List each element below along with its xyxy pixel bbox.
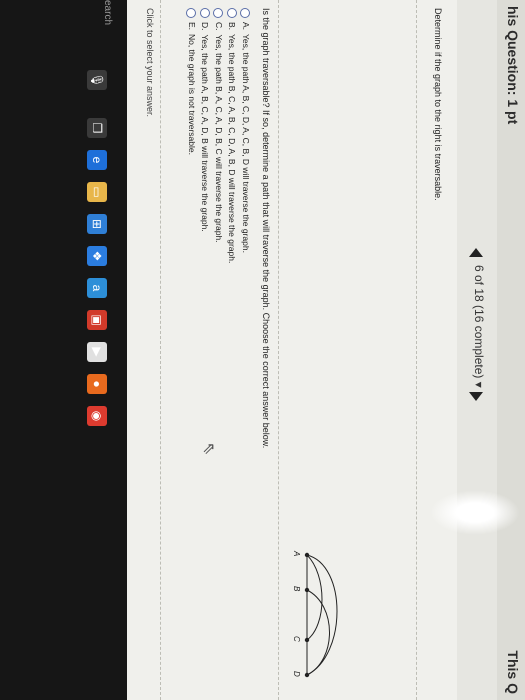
answer-option-d[interactable]: D. Yes, the path A, B, C, A, D, B will tr… xyxy=(197,8,211,263)
question-navigation: 6 of 18 (16 complete) ▾ xyxy=(456,0,497,700)
taskbar-search[interactable]: earch xyxy=(102,0,113,25)
divider xyxy=(278,0,279,700)
option-letter: E. xyxy=(187,22,197,31)
file-explorer-icon[interactable]: ▭ xyxy=(87,182,107,202)
option-text: Yes, the path B, A, C, A, D, B, C will t… xyxy=(214,34,224,243)
option-text: Yes, the path A, B, C, D, A, C, B, D wil… xyxy=(241,34,251,253)
answer-hint: Click to select your answer. xyxy=(145,8,155,118)
question-pager[interactable]: 6 of 18 (16 complete) ▾ xyxy=(472,265,486,388)
answer-option-a[interactable]: A. Yes, the path A, B, C, D, A, C, B, D w… xyxy=(238,8,251,263)
screen-glare xyxy=(430,490,520,535)
radio-button[interactable] xyxy=(240,8,251,18)
question-text: Is the graph traversable? If so, determi… xyxy=(261,8,271,449)
option-text: Yes, the path A, B, C, A, D, B will trav… xyxy=(200,34,211,232)
radio-button[interactable] xyxy=(226,8,237,18)
dropbox-icon[interactable]: ❖ xyxy=(87,246,107,266)
radio-button[interactable] xyxy=(186,8,197,18)
answer-option-b[interactable]: B. Yes, the path B, C, A, B, C, D, A, B, … xyxy=(224,8,238,263)
option-letter: C. xyxy=(214,22,224,31)
terminal-icon[interactable]: ▶ xyxy=(87,342,107,362)
divider xyxy=(416,0,417,700)
graph-figure: A B C D xyxy=(292,550,338,678)
question-prompt: Determine if the graph to the right is t… xyxy=(433,8,443,201)
option-text: Yes, the path B, C, A, B, C, D, A, B, D … xyxy=(227,34,238,264)
amazon-icon[interactable]: a xyxy=(87,278,107,298)
question-title-right: This Q xyxy=(505,650,521,694)
screen: his Question: 1 pt This Q 6 of 18 (16 co… xyxy=(0,0,525,700)
divider xyxy=(160,0,161,700)
pager-text: 6 of 18 (16 complete) xyxy=(472,265,486,379)
answer-option-e[interactable]: E. No, the graph is not traversable. xyxy=(184,8,197,263)
vertex-label-b: B xyxy=(292,586,301,592)
edge-icon[interactable]: e xyxy=(87,150,107,170)
radio-button[interactable] xyxy=(213,8,224,18)
option-letter: A. xyxy=(241,22,251,31)
answer-option-c[interactable]: C. Yes, the path B, A, C, A, D, B, C will… xyxy=(211,8,224,263)
microphone-icon[interactable]: 🎙 xyxy=(87,70,107,90)
option-letter: D. xyxy=(200,22,211,31)
option-letter: B. xyxy=(227,22,238,31)
app-icon[interactable]: ● xyxy=(87,374,107,394)
vertex-label-c: C xyxy=(292,636,301,642)
question-points-title: his Question: 1 pt xyxy=(505,6,521,125)
next-question-arrow-icon[interactable] xyxy=(469,392,483,401)
photo-background: his Question: 1 pt This Q 6 of 18 (16 co… xyxy=(0,0,525,700)
task-view-icon[interactable]: ❐ xyxy=(87,118,107,138)
mouse-cursor-icon: ⇖ xyxy=(200,442,217,456)
store-icon[interactable]: ⊞ xyxy=(87,214,107,234)
option-text: No, the graph is not traversable. xyxy=(187,34,197,155)
taskbar: earch 🎙 ❐ e ▭ ⊞ ❖ a ▣ ▶ ● ◉ xyxy=(0,0,127,700)
chrome-icon[interactable]: ◉ xyxy=(87,406,107,426)
red-app-icon[interactable]: ▣ xyxy=(87,310,107,330)
radio-button[interactable] xyxy=(199,8,210,18)
vertex-label-a: A xyxy=(292,550,301,556)
question-content: Determine if the graph to the right is t… xyxy=(127,0,457,700)
previous-question-arrow-icon[interactable] xyxy=(469,248,483,257)
question-header: his Question: 1 pt This Q xyxy=(496,0,525,700)
vertex-label-d: D xyxy=(292,671,301,677)
answer-options: A. Yes, the path A, B, C, D, A, C, B, D w… xyxy=(184,8,251,263)
